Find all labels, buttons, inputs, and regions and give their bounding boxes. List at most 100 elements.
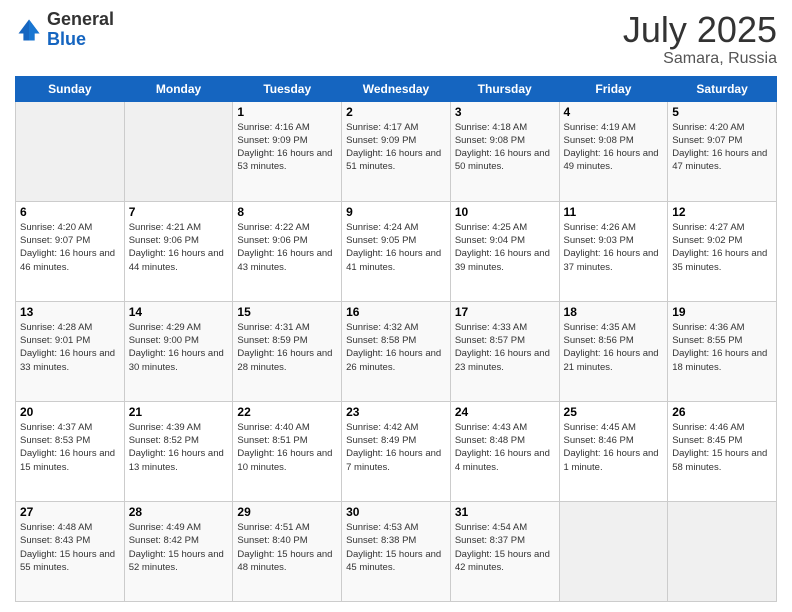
day-info: Sunrise: 4:26 AM Sunset: 9:03 PM Dayligh… — [564, 221, 664, 274]
day-info: Sunrise: 4:21 AM Sunset: 9:06 PM Dayligh… — [129, 221, 229, 274]
day-info: Sunrise: 4:51 AM Sunset: 8:40 PM Dayligh… — [237, 521, 337, 574]
day-number: 22 — [237, 405, 337, 419]
calendar-cell: 16 Sunrise: 4:32 AM Sunset: 8:58 PM Dayli… — [342, 301, 451, 401]
calendar-cell: 11Sunrise: 4:26 AM Sunset: 9:03 PM Dayli… — [559, 201, 668, 301]
calendar-table: SundayMondayTuesdayWednesdayThursdayFrid… — [15, 76, 777, 602]
day-info: Sunrise: 4:28 AM Sunset: 9:01 PM Dayligh… — [20, 321, 120, 374]
week-row-3: 13 Sunrise: 4:28 AM Sunset: 9:01 PM Dayli… — [16, 301, 777, 401]
day-info: Sunrise: 4:18 AM Sunset: 9:08 PM Dayligh… — [455, 121, 555, 174]
calendar-cell: 9 Sunrise: 4:24 AM Sunset: 9:05 PM Daylig… — [342, 201, 451, 301]
day-number: 1 — [237, 105, 337, 119]
day-number: 14 — [129, 305, 229, 319]
day-info: Sunrise: 4:37 AM Sunset: 8:53 PM Dayligh… — [20, 421, 120, 474]
calendar-cell — [559, 501, 668, 601]
day-header-friday: Friday — [559, 76, 668, 101]
calendar-cell: 15 Sunrise: 4:31 AM Sunset: 8:59 PM Dayli… — [233, 301, 342, 401]
day-info: Sunrise: 4:33 AM Sunset: 8:57 PM Dayligh… — [455, 321, 555, 374]
week-row-4: 20 Sunrise: 4:37 AM Sunset: 8:53 PM Dayli… — [16, 401, 777, 501]
day-number: 26 — [672, 405, 772, 419]
month-year: July 2025 — [623, 10, 777, 50]
calendar-cell: 8 Sunrise: 4:22 AM Sunset: 9:06 PM Daylig… — [233, 201, 342, 301]
day-header-tuesday: Tuesday — [233, 76, 342, 101]
day-info: Sunrise: 4:17 AM Sunset: 9:09 PM Dayligh… — [346, 121, 446, 174]
day-info: Sunrise: 4:39 AM Sunset: 8:52 PM Dayligh… — [129, 421, 229, 474]
day-number: 3 — [455, 105, 555, 119]
calendar-cell: 13 Sunrise: 4:28 AM Sunset: 9:01 PM Dayli… — [16, 301, 125, 401]
day-header-wednesday: Wednesday — [342, 76, 451, 101]
day-info: Sunrise: 4:31 AM Sunset: 8:59 PM Dayligh… — [237, 321, 337, 374]
day-number: 25 — [564, 405, 664, 419]
calendar-cell: 25Sunrise: 4:45 AM Sunset: 8:46 PM Dayli… — [559, 401, 668, 501]
day-info: Sunrise: 4:48 AM Sunset: 8:43 PM Dayligh… — [20, 521, 120, 574]
calendar-cell: 30 Sunrise: 4:53 AM Sunset: 8:38 PM Dayli… — [342, 501, 451, 601]
calendar-cell: 3 Sunrise: 4:18 AM Sunset: 9:08 PM Daylig… — [450, 101, 559, 201]
day-info: Sunrise: 4:16 AM Sunset: 9:09 PM Dayligh… — [237, 121, 337, 174]
day-info: Sunrise: 4:22 AM Sunset: 9:06 PM Dayligh… — [237, 221, 337, 274]
day-number: 13 — [20, 305, 120, 319]
day-info: Sunrise: 4:42 AM Sunset: 8:49 PM Dayligh… — [346, 421, 446, 474]
day-info: Sunrise: 4:53 AM Sunset: 8:38 PM Dayligh… — [346, 521, 446, 574]
day-header-sunday: Sunday — [16, 76, 125, 101]
day-number: 12 — [672, 205, 772, 219]
day-number: 5 — [672, 105, 772, 119]
day-number: 2 — [346, 105, 446, 119]
header-row: SundayMondayTuesdayWednesdayThursdayFrid… — [16, 76, 777, 101]
day-info: Sunrise: 4:24 AM Sunset: 9:05 PM Dayligh… — [346, 221, 446, 274]
calendar-cell: 27Sunrise: 4:48 AM Sunset: 8:43 PM Dayli… — [16, 501, 125, 601]
day-info: Sunrise: 4:49 AM Sunset: 8:42 PM Dayligh… — [129, 521, 229, 574]
day-info: Sunrise: 4:25 AM Sunset: 9:04 PM Dayligh… — [455, 221, 555, 274]
day-number: 23 — [346, 405, 446, 419]
day-number: 24 — [455, 405, 555, 419]
logo: General Blue — [15, 10, 114, 50]
calendar-cell: 18 Sunrise: 4:35 AM Sunset: 8:56 PM Dayli… — [559, 301, 668, 401]
day-info: Sunrise: 4:40 AM Sunset: 8:51 PM Dayligh… — [237, 421, 337, 474]
day-number: 20 — [20, 405, 120, 419]
calendar-cell: 5 Sunrise: 4:20 AM Sunset: 9:07 PM Daylig… — [668, 101, 777, 201]
calendar-cell: 17 Sunrise: 4:33 AM Sunset: 8:57 PM Dayli… — [450, 301, 559, 401]
calendar-cell: 12 Sunrise: 4:27 AM Sunset: 9:02 PM Dayli… — [668, 201, 777, 301]
day-number: 29 — [237, 505, 337, 519]
day-info: Sunrise: 4:54 AM Sunset: 8:37 PM Dayligh… — [455, 521, 555, 574]
day-number: 30 — [346, 505, 446, 519]
day-info: Sunrise: 4:32 AM Sunset: 8:58 PM Dayligh… — [346, 321, 446, 374]
day-number: 6 — [20, 205, 120, 219]
header: General Blue July 2025 Samara, Russia — [15, 10, 777, 68]
day-info: Sunrise: 4:43 AM Sunset: 8:48 PM Dayligh… — [455, 421, 555, 474]
location: Samara, Russia — [623, 50, 777, 68]
day-info: Sunrise: 4:19 AM Sunset: 9:08 PM Dayligh… — [564, 121, 664, 174]
day-header-saturday: Saturday — [668, 76, 777, 101]
week-row-5: 27Sunrise: 4:48 AM Sunset: 8:43 PM Dayli… — [16, 501, 777, 601]
calendar-cell: 26 Sunrise: 4:46 AM Sunset: 8:45 PM Dayli… — [668, 401, 777, 501]
day-number: 18 — [564, 305, 664, 319]
day-info: Sunrise: 4:36 AM Sunset: 8:55 PM Dayligh… — [672, 321, 772, 374]
calendar-cell: 7Sunrise: 4:21 AM Sunset: 9:06 PM Daylig… — [124, 201, 233, 301]
day-number: 10 — [455, 205, 555, 219]
logo-text: General Blue — [47, 10, 114, 50]
calendar-cell: 31Sunrise: 4:54 AM Sunset: 8:37 PM Dayli… — [450, 501, 559, 601]
calendar-cell: 28 Sunrise: 4:49 AM Sunset: 8:42 PM Dayli… — [124, 501, 233, 601]
day-number: 15 — [237, 305, 337, 319]
title-block: July 2025 Samara, Russia — [623, 10, 777, 68]
day-number: 19 — [672, 305, 772, 319]
day-number: 28 — [129, 505, 229, 519]
calendar-cell: 21 Sunrise: 4:39 AM Sunset: 8:52 PM Dayli… — [124, 401, 233, 501]
calendar-cell: 23 Sunrise: 4:42 AM Sunset: 8:49 PM Dayli… — [342, 401, 451, 501]
day-info: Sunrise: 4:35 AM Sunset: 8:56 PM Dayligh… — [564, 321, 664, 374]
calendar-cell: 19 Sunrise: 4:36 AM Sunset: 8:55 PM Dayli… — [668, 301, 777, 401]
day-info: Sunrise: 4:20 AM Sunset: 9:07 PM Dayligh… — [672, 121, 772, 174]
day-number: 8 — [237, 205, 337, 219]
logo-icon — [15, 16, 43, 44]
calendar-cell — [668, 501, 777, 601]
day-info: Sunrise: 4:27 AM Sunset: 9:02 PM Dayligh… — [672, 221, 772, 274]
calendar-cell — [16, 101, 125, 201]
day-info: Sunrise: 4:20 AM Sunset: 9:07 PM Dayligh… — [20, 221, 120, 274]
week-row-2: 6 Sunrise: 4:20 AM Sunset: 9:07 PM Daylig… — [16, 201, 777, 301]
page: General Blue July 2025 Samara, Russia Su… — [0, 0, 792, 612]
day-number: 17 — [455, 305, 555, 319]
day-number: 9 — [346, 205, 446, 219]
calendar-cell: 1 Sunrise: 4:16 AM Sunset: 9:09 PM Daylig… — [233, 101, 342, 201]
calendar-cell: 6 Sunrise: 4:20 AM Sunset: 9:07 PM Daylig… — [16, 201, 125, 301]
day-number: 21 — [129, 405, 229, 419]
day-info: Sunrise: 4:46 AM Sunset: 8:45 PM Dayligh… — [672, 421, 772, 474]
day-number: 16 — [346, 305, 446, 319]
